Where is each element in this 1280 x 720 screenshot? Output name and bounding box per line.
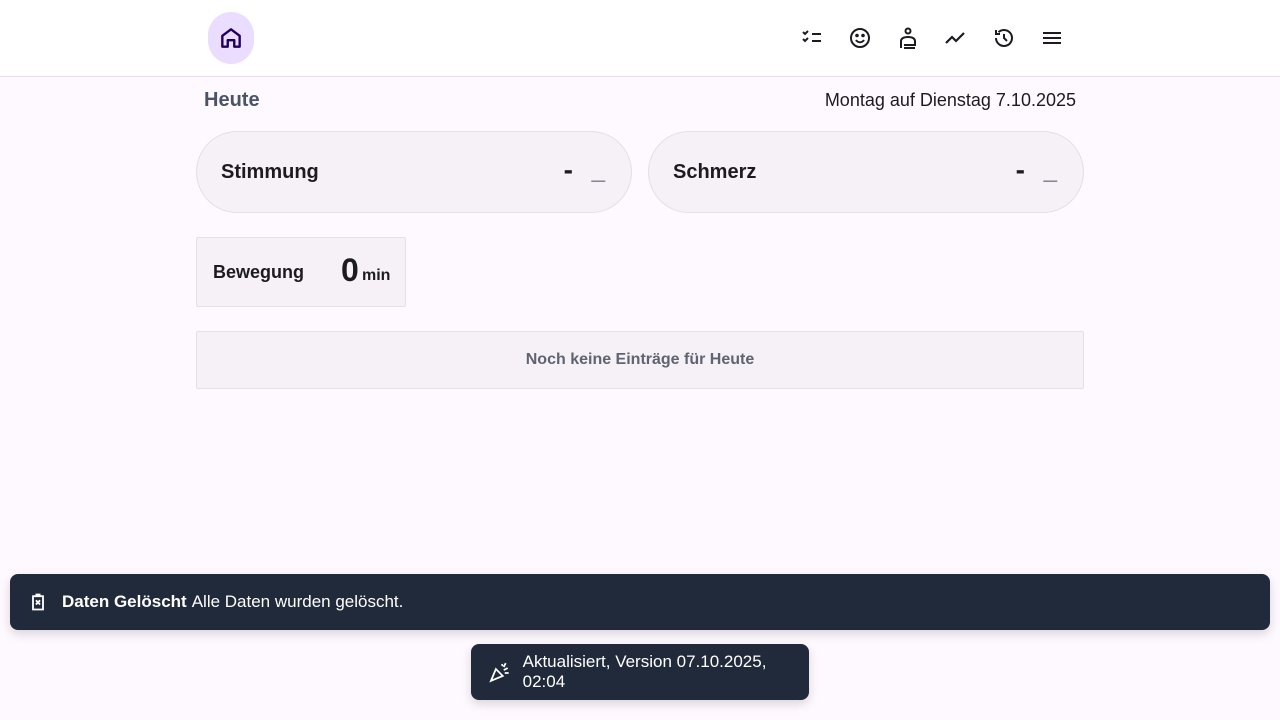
mood-value: - xyxy=(563,154,573,185)
update-toast-message: Aktualisiert, Version 07.10.2025, 02:04 xyxy=(522,652,767,691)
mood-card[interactable]: Stimmung - _ xyxy=(196,131,632,213)
nav-menu-button[interactable] xyxy=(1028,14,1076,62)
nav-history-button[interactable] xyxy=(980,14,1028,62)
page-title: Heute xyxy=(204,89,260,111)
empty-entries-message: Noch keine Einträge für Heute xyxy=(196,331,1084,389)
exercise-value: 0 xyxy=(341,252,359,288)
deleted-toast-title: Daten Gelöscht xyxy=(62,592,187,611)
trend-icon xyxy=(945,32,965,44)
mood-secondary: _ xyxy=(591,156,605,183)
date-label: Montag auf Dienstag 7.10.2025 xyxy=(824,90,1076,110)
mood-label: Stimmung xyxy=(221,161,319,183)
party-popper-icon xyxy=(489,662,509,683)
history-icon xyxy=(995,29,1013,47)
top-nav xyxy=(0,0,1280,77)
update-toast[interactable]: Aktualisiert, Version 07.10.2025, 02:04 xyxy=(471,644,809,700)
deleted-toast[interactable]: Daten Gelöscht Alle Daten wurden gelösch… xyxy=(10,574,1270,630)
exercise-label: Bewegung xyxy=(213,262,305,282)
home-icon xyxy=(221,28,241,48)
nav-home-button[interactable] xyxy=(208,12,254,64)
nav-checklist-button[interactable] xyxy=(788,14,836,62)
trash-x-icon xyxy=(32,593,44,611)
injury-icon xyxy=(900,27,916,49)
pain-secondary: _ xyxy=(1043,156,1057,183)
checklist-icon xyxy=(802,30,821,43)
exercise-card[interactable]: Bewegung 0 min xyxy=(196,237,406,307)
nav-mood-button[interactable] xyxy=(836,14,884,62)
exercise-unit: min xyxy=(362,267,391,284)
nav-trends-button[interactable] xyxy=(932,14,980,62)
deleted-toast-message: Alle Daten wurden gelöscht. xyxy=(191,592,404,611)
pain-label: Schmerz xyxy=(673,161,757,183)
pain-value: - xyxy=(1015,154,1025,185)
menu-icon xyxy=(1043,32,1061,44)
nav-pain-button[interactable] xyxy=(884,14,932,62)
smiley-icon xyxy=(850,28,870,48)
pain-card[interactable]: Schmerz - _ xyxy=(648,131,1084,213)
